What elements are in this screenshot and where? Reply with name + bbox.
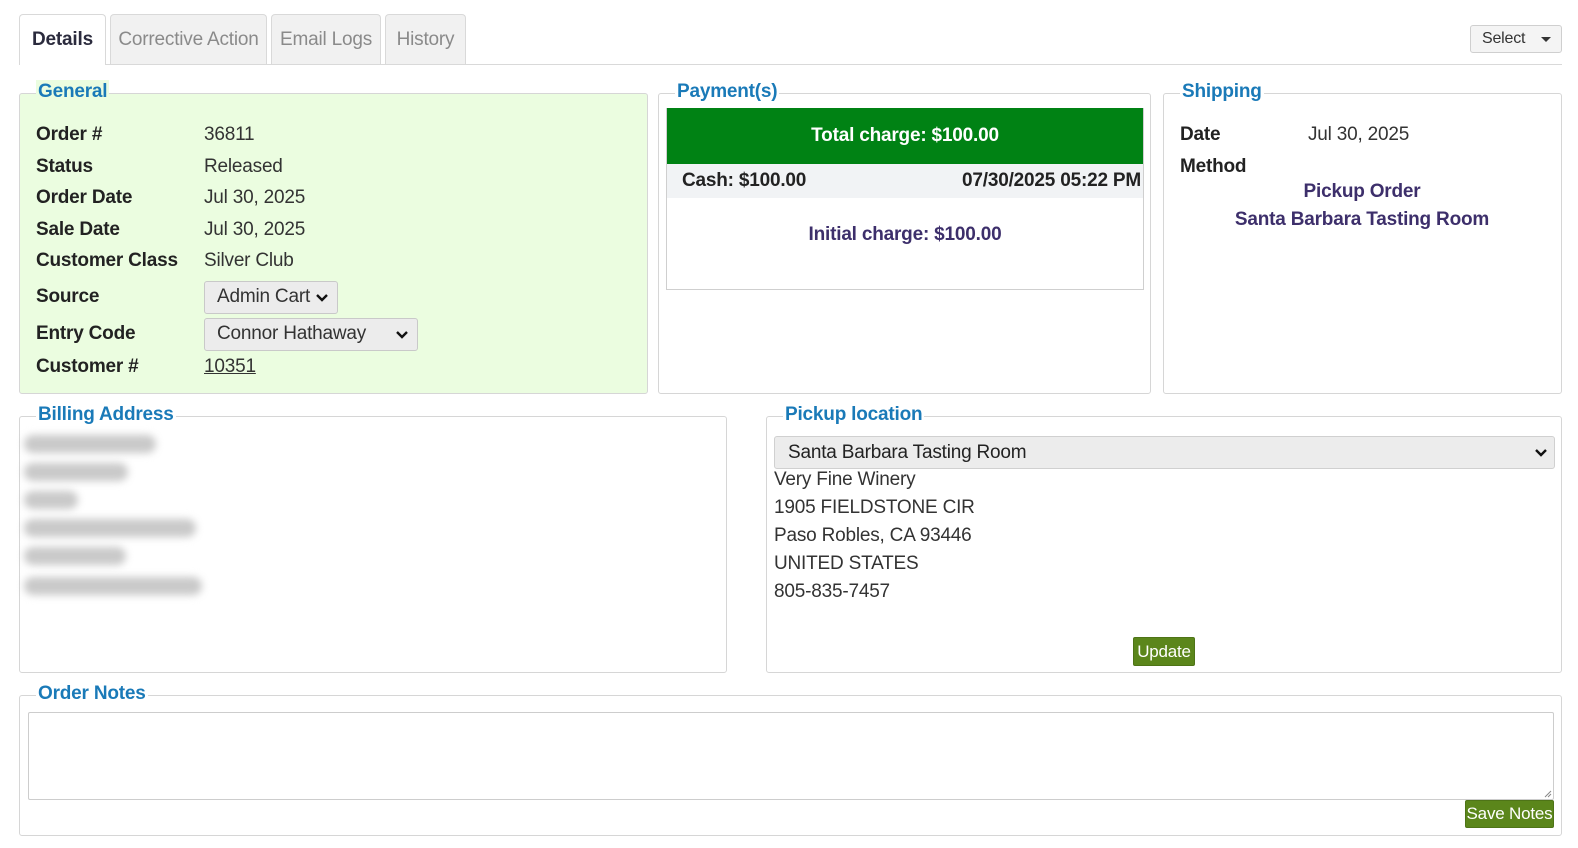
pickup-location-panel: Pickup location Santa Barbara Tasting Ro…: [766, 403, 1562, 673]
order-date-label: Order Date: [36, 187, 133, 208]
shipping-method-value: Pickup Order: [1303, 181, 1421, 202]
source-select[interactable]: Admin Cart: [204, 280, 338, 314]
pickup-city-state-zip: Paso Robles, CA 93446: [774, 525, 972, 546]
general-panel: General Order # 36811 Status Released Orde…: [19, 80, 648, 394]
payment-line: Cash: $100.00 07/30/2025 05:22 PM: [667, 164, 1143, 198]
order-notes-textarea[interactable]: [28, 712, 1554, 800]
tab-bar: Details Corrective Action Email Logs His…: [19, 14, 1562, 65]
shipping-panel: Shipping Date Jul 30, 2025 Method Pickup …: [1163, 80, 1562, 394]
shipping-location-value: Santa Barbara Tasting Room: [1234, 209, 1490, 230]
customer-number-label: Customer #: [36, 356, 139, 377]
source-select-value: Admin Cart: [217, 286, 311, 307]
pickup-phone: 805-835-7457: [774, 581, 890, 602]
entry-code-select[interactable]: Connor Hathaway: [204, 317, 418, 351]
order-number-value: 36811: [204, 124, 255, 145]
source-label: Source: [36, 286, 100, 307]
status-label: Status: [36, 156, 93, 177]
order-number-label: Order #: [36, 124, 103, 145]
tab-history[interactable]: History: [385, 14, 466, 64]
sale-date-value: Jul 30, 2025: [204, 219, 306, 240]
resize-grip-icon[interactable]: [1542, 788, 1552, 798]
chevron-down-icon: [1535, 449, 1547, 457]
shipping-date-label: Date: [1180, 124, 1221, 145]
pickup-location-legend: Pickup location: [783, 403, 925, 427]
chevron-down-icon: [396, 330, 408, 339]
tab-email-logs[interactable]: Email Logs: [271, 14, 381, 64]
pickup-location-select[interactable]: Santa Barbara Tasting Room: [774, 436, 1555, 469]
order-notes-legend: Order Notes: [36, 682, 148, 706]
entry-code-select-value: Connor Hathaway: [217, 323, 367, 344]
general-legend: General: [36, 80, 110, 104]
order-date-value: Jul 30, 2025: [204, 187, 306, 208]
shipping-legend: Shipping: [1180, 80, 1264, 104]
payments-legend: Payment(s): [675, 80, 780, 104]
cash-amount: Cash: $100.00: [682, 170, 807, 191]
billing-address-legend: Billing Address: [36, 403, 176, 427]
caret-down-icon: [1541, 37, 1551, 42]
sale-date-label: Sale Date: [36, 219, 120, 240]
initial-charge: Initial charge: $100.00: [808, 224, 1002, 245]
shipping-date-value: Jul 30, 2025: [1308, 124, 1410, 145]
pickup-winery-name: Very Fine Winery: [774, 469, 916, 490]
customer-class-value: Silver Club: [204, 250, 294, 271]
tab-corrective-action[interactable]: Corrective Action: [110, 14, 267, 64]
order-notes-panel: Order Notes Save Notes: [19, 682, 1562, 836]
tab-details[interactable]: Details: [19, 14, 106, 65]
pickup-location-select-value: Santa Barbara Tasting Room: [788, 441, 1027, 463]
shipping-method-label: Method: [1180, 156, 1247, 177]
entry-code-label: Entry Code: [36, 323, 136, 344]
payments-panel: Payment(s) Total charge: $100.00 Cash: $…: [658, 80, 1151, 394]
pickup-country: UNITED STATES: [774, 553, 919, 574]
status-value: Released: [204, 156, 283, 177]
customer-number-link[interactable]: 10351: [204, 356, 256, 377]
pickup-street: 1905 FIELDSTONE CIR: [774, 497, 975, 518]
customer-class-label: Customer Class: [36, 250, 178, 271]
billing-address-panel: Billing Address: [19, 403, 727, 673]
update-button[interactable]: Update: [1133, 637, 1195, 666]
save-notes-button[interactable]: Save Notes: [1465, 800, 1554, 828]
select-dropdown-button[interactable]: Select: [1470, 25, 1562, 53]
total-charge-banner: Total charge: $100.00: [667, 108, 1143, 164]
chevron-down-icon: [316, 293, 328, 302]
select-label: Select: [1482, 30, 1526, 47]
payment-timestamp: 07/30/2025 05:22 PM: [962, 170, 1141, 191]
